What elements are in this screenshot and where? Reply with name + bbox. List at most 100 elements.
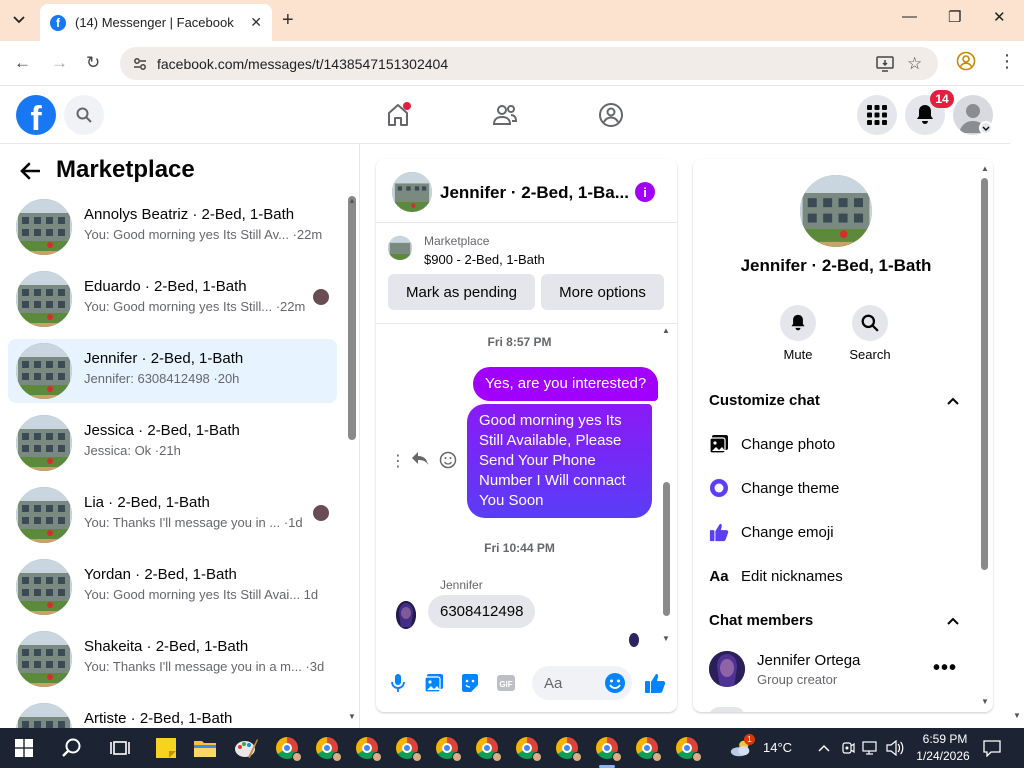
install-app-icon[interactable] [876, 47, 894, 80]
close-tab-icon[interactable]: ✕ [250, 14, 262, 31]
friends-nav-icon[interactable] [490, 100, 520, 130]
microphone-icon[interactable] [386, 671, 410, 695]
gif-icon[interactable]: GIF [494, 671, 518, 695]
change-photo-item[interactable]: Change photo [709, 432, 835, 456]
outgoing-message[interactable]: Good morning yes Its Still Available, Pl… [467, 404, 652, 518]
clock-time[interactable]: 6:59 PM [916, 732, 974, 746]
new-tab-button[interactable]: + [282, 9, 294, 32]
chevron-up-icon[interactable] [812, 736, 836, 760]
clock-date[interactable]: 1/24/2026 [912, 749, 974, 763]
change-theme-item[interactable]: Change theme [709, 476, 839, 500]
conversation-row[interactable]: Jessica · 2-Bed, 1-Bath Jessica: Ok ·21h [8, 411, 337, 475]
chat-avatar[interactable] [392, 172, 432, 212]
chrome-icon[interactable] [515, 736, 542, 762]
network-icon[interactable] [859, 736, 883, 760]
sticker-icon[interactable] [458, 671, 482, 695]
chrome-icon[interactable] [635, 736, 662, 762]
conversation-row[interactable]: Yordan · 2-Bed, 1-Bath You: Good morning … [8, 555, 337, 619]
chevron-up-icon[interactable] [947, 612, 959, 628]
info-panel-scrollbar[interactable] [981, 178, 988, 570]
menu-grid-button[interactable] [857, 95, 897, 135]
tab-search-button[interactable] [6, 8, 32, 32]
restore-button[interactable]: ❐ [948, 8, 961, 26]
react-emoji-icon[interactable] [439, 451, 457, 474]
chrome-icon[interactable] [355, 736, 382, 762]
url-field[interactable]: facebook.com/messages/t/1438547151302404… [120, 47, 938, 80]
change-emoji-item[interactable]: Change emoji [709, 520, 834, 544]
browser-menu-icon[interactable]: ⋮ [998, 51, 1016, 72]
forward-button[interactable]: → [51, 53, 68, 73]
conversation-row[interactable]: Annolys Beatriz · 2-Bed, 1-Bath You: Good… [8, 195, 337, 259]
conversation-row[interactable]: Lia · 2-Bed, 1-Bath You: Thanks I'll mess… [8, 483, 337, 547]
conversation-row[interactable]: Eduardo · 2-Bed, 1-Bath You: Good morning… [8, 267, 337, 331]
scroll-up-arrow-icon[interactable]: ▲ [981, 164, 989, 173]
paint-icon[interactable] [234, 736, 258, 760]
listing-thumbnail[interactable] [388, 236, 412, 260]
more-options-button[interactable]: More options [541, 274, 664, 310]
chat-title[interactable]: Jennifer · 2-Bed, 1-Ba... [440, 183, 629, 203]
site-info-icon[interactable] [132, 47, 148, 80]
outgoing-message[interactable]: Yes, are you interested? [473, 367, 659, 401]
home-nav-icon[interactable] [383, 100, 413, 130]
browser-tab[interactable]: f (14) Messenger | Facebook ✕ [40, 4, 272, 41]
file-explorer-icon[interactable] [193, 736, 217, 760]
conversation-row[interactable]: Artiste · 2-Bed, 1-Bath [8, 699, 337, 728]
member-avatar[interactable] [709, 651, 745, 687]
groups-nav-icon[interactable] [596, 100, 626, 130]
bookmark-star-icon[interactable]: ☆ [907, 47, 922, 80]
incoming-message[interactable]: 6308412498 [428, 595, 536, 628]
like-thumbs-up-icon[interactable] [643, 671, 667, 695]
scroll-up-arrow-icon[interactable]: ▲ [348, 196, 356, 205]
chrome-icon[interactable] [555, 736, 582, 762]
photo-icon[interactable] [422, 671, 446, 695]
chrome-icon[interactable] [275, 736, 302, 762]
mute-button[interactable]: Mute [768, 305, 828, 362]
back-arrow-icon[interactable] [20, 159, 41, 187]
conversation-row[interactable]: Shakeita · 2-Bed, 1-Bath You: Thanks I'll… [8, 627, 337, 691]
chrome-icon[interactable] [435, 736, 462, 762]
member-more-icon[interactable]: ••• [933, 657, 957, 680]
reload-button[interactable]: ↻ [86, 53, 100, 73]
minimize-button[interactable]: — [902, 8, 917, 25]
chat-members-heading[interactable]: Chat members [709, 612, 813, 629]
chrome-icon[interactable] [675, 736, 702, 762]
reply-icon[interactable] [411, 451, 429, 472]
conversation-list-scrollbar[interactable] [348, 196, 356, 440]
chat-scrollbar[interactable]: ▲ ▼ [662, 326, 670, 643]
customize-chat-heading[interactable]: Customize chat [709, 392, 820, 409]
chrome-icon[interactable] [395, 736, 422, 762]
chevron-up-icon[interactable] [947, 392, 959, 408]
volume-icon[interactable] [883, 736, 907, 760]
edit-nicknames-item[interactable]: Aa Edit nicknames [709, 564, 842, 588]
notification-center-icon[interactable] [980, 736, 1004, 760]
info-icon[interactable]: i [635, 182, 655, 202]
sticky-notes-icon[interactable] [154, 736, 178, 760]
profile-icon[interactable] [956, 51, 976, 76]
member-name[interactable]: Jennifer Ortega [757, 652, 860, 669]
search-in-chat-button[interactable]: Search [840, 305, 900, 362]
scroll-down-arrow-icon[interactable]: ▼ [348, 712, 356, 721]
chrome-icon[interactable] [315, 736, 342, 762]
task-view-icon[interactable] [108, 736, 132, 760]
chrome-icon[interactable] [475, 736, 502, 762]
chrome-icon[interactable] [595, 736, 622, 762]
back-button[interactable]: ← [14, 53, 31, 73]
member-avatar[interactable] [709, 707, 745, 712]
account-chevron-icon[interactable] [979, 121, 993, 135]
more-actions-icon[interactable]: ⋮ [390, 451, 406, 471]
listing-price-title[interactable]: $900 - 2-Bed, 1-Bath [424, 252, 545, 267]
weather-temp[interactable]: 14°C [763, 740, 792, 755]
conversation-row[interactable]: Jennifer · 2-Bed, 1-Bath Jennifer: 630841… [8, 339, 337, 403]
windows-start-icon[interactable] [12, 736, 36, 760]
camera-tray-icon[interactable] [836, 736, 860, 760]
close-window-button[interactable]: ✕ [993, 8, 1006, 26]
mark-as-pending-button[interactable]: Mark as pending [388, 274, 535, 310]
scroll-down-arrow-icon[interactable]: ▼ [981, 697, 989, 706]
chat-info-avatar[interactable] [800, 175, 872, 247]
sender-avatar[interactable] [396, 601, 416, 629]
page-scroll-down-arrow-icon[interactable]: ▼ [1013, 711, 1021, 720]
facebook-search-button[interactable] [64, 95, 104, 135]
emoji-icon[interactable] [603, 671, 627, 695]
search-icon[interactable] [60, 736, 84, 760]
facebook-logo[interactable]: f [16, 95, 56, 135]
